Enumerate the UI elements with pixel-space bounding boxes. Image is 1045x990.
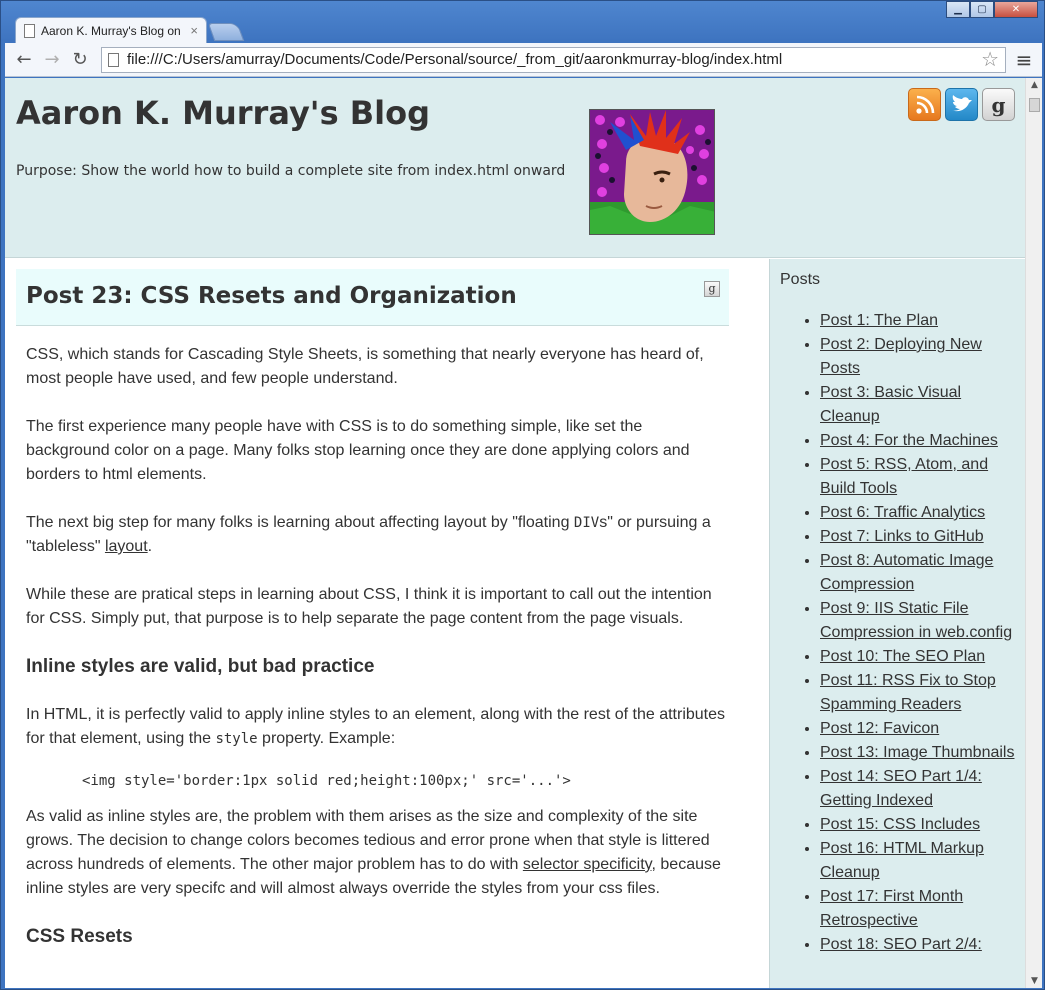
post-title[interactable]: Post 23: CSS Resets and Organization	[26, 283, 517, 309]
url-text[interactable]: file:///C:/Users/amurray/Documents/Code/…	[127, 51, 981, 68]
page-scrollbar[interactable]: ▲ ▼	[1025, 78, 1042, 988]
selector-specificity-link[interactable]: selector specificity	[523, 856, 652, 873]
address-bar[interactable]: file:///C:/Users/amurray/Documents/Code/…	[101, 46, 1006, 73]
list-item: Post 8: Automatic Image Compression	[820, 549, 1020, 597]
list-item: Post 12: Favicon	[820, 717, 1020, 741]
list-item: Post 6: Traffic Analytics	[820, 501, 1020, 525]
post-link[interactable]: Post 17: First Month Retrospective	[820, 888, 963, 929]
window-controls: ▁ ▢ ✕	[946, 1, 1038, 18]
sidebar: Posts Post 1: The Plan Post 2: Deploying…	[769, 259, 1025, 988]
bookmark-star-icon[interactable]: ☆	[981, 47, 999, 72]
main-content: Post 23: CSS Resets and Organization g C…	[5, 259, 769, 988]
list-item: Post 14: SEO Part 1/4: Getting Indexed	[820, 765, 1020, 813]
list-item: Post 2: Deploying New Posts	[820, 333, 1020, 381]
post-link[interactable]: Post 12: Favicon	[820, 720, 939, 737]
new-tab-button[interactable]	[207, 23, 245, 41]
post-link[interactable]: Post 2: Deploying New Posts	[820, 336, 982, 377]
post-link[interactable]: Post 5: RSS, Atom, and Build Tools	[820, 456, 988, 497]
scrollbar-thumb[interactable]	[1029, 98, 1040, 112]
author-avatar	[589, 109, 715, 235]
github-icon[interactable]: g	[982, 88, 1015, 121]
paragraph: The next big step for many folks is lear…	[26, 511, 726, 559]
maximize-icon[interactable]: ▢	[970, 1, 994, 18]
list-item: Post 4: For the Machines	[820, 429, 1020, 453]
rss-icon[interactable]	[908, 88, 941, 121]
post-link[interactable]: Post 7: Links to GitHub	[820, 528, 984, 545]
list-item: Post 5: RSS, Atom, and Build Tools	[820, 453, 1020, 501]
layout-link[interactable]: layout	[105, 538, 148, 555]
section-heading: CSS Resets	[26, 926, 133, 947]
page-icon	[24, 23, 35, 38]
sidebar-title: Posts	[780, 271, 821, 288]
inline-code: DIV	[573, 515, 600, 531]
list-item: Post 7: Links to GitHub	[820, 525, 1020, 549]
page-icon	[108, 52, 119, 67]
list-item: Post 1: The Plan	[820, 309, 1020, 333]
text: .	[147, 538, 153, 555]
forward-arrow-icon[interactable]: →	[39, 47, 65, 73]
post-link[interactable]: Post 9: IIS Static File Compression in w…	[820, 600, 1012, 641]
post-link[interactable]: Post 1: The Plan	[820, 312, 938, 329]
list-item: Post 10: The SEO Plan	[820, 645, 1020, 669]
paragraph: As valid as inline styles are, the probl…	[26, 805, 726, 901]
twitter-icon[interactable]	[945, 88, 978, 121]
section-heading: Inline styles are valid, but bad practic…	[26, 656, 375, 677]
post-link[interactable]: Post 4: For the Machines	[820, 432, 998, 449]
site-title[interactable]: Aaron K. Murray's Blog	[16, 94, 430, 132]
browser-window: ▁ ▢ ✕ Aaron K. Murray's Blog on × ← → ↻ …	[0, 0, 1045, 990]
scroll-up-icon[interactable]: ▲	[1026, 80, 1043, 90]
post-link[interactable]: Post 16: HTML Markup Cleanup	[820, 840, 984, 881]
tab-title: Aaron K. Murray's Blog on	[41, 23, 181, 38]
tab-close-icon[interactable]: ×	[190, 23, 198, 38]
post-link[interactable]: Post 8: Automatic Image Compression	[820, 552, 993, 593]
post-link[interactable]: Post 18: SEO Part 2/4:	[820, 936, 982, 953]
post-body: CSS, which stands for Cascading Style Sh…	[26, 343, 726, 973]
paragraph: CSS, which stands for Cascading Style Sh…	[26, 346, 704, 387]
post-list: Post 1: The Plan Post 2: Deploying New P…	[820, 309, 1020, 957]
menu-icon[interactable]: ≡	[1012, 48, 1036, 72]
site-purpose: Purpose: Show the world how to build a c…	[16, 163, 566, 179]
site-header: Aaron K. Murray's Blog Purpose: Show the…	[5, 78, 1025, 258]
list-item: Post 17: First Month Retrospective	[820, 885, 1020, 933]
paragraph: In HTML, it is perfectly valid to apply …	[26, 703, 726, 751]
list-item: Post 9: IIS Static File Compression in w…	[820, 597, 1020, 645]
post-link[interactable]: Post 14: SEO Part 1/4: Getting Indexed	[820, 768, 982, 809]
paragraph: The first experience many people have wi…	[26, 418, 690, 483]
text: The next big step for many folks is lear…	[26, 514, 574, 531]
list-item: Post 11: RSS Fix to Stop Spamming Reader…	[820, 669, 1020, 717]
browser-toolbar: ← → ↻ file:///C:/Users/amurray/Documents…	[5, 43, 1042, 77]
post-link[interactable]: Post 15: CSS Includes	[820, 816, 980, 833]
list-item: Post 13: Image Thumbnails	[820, 741, 1020, 765]
text: property. Example:	[257, 730, 396, 747]
list-item: Post 15: CSS Includes	[820, 813, 1020, 837]
post-link[interactable]: Post 10: The SEO Plan	[820, 648, 985, 665]
post-link[interactable]: Post 11: RSS Fix to Stop Spamming Reader…	[820, 672, 996, 713]
back-arrow-icon[interactable]: ←	[11, 47, 37, 73]
post-link[interactable]: Post 13: Image Thumbnails	[820, 744, 1014, 761]
list-item: Post 16: HTML Markup Cleanup	[820, 837, 1020, 885]
reload-icon[interactable]: ↻	[67, 47, 93, 73]
browser-tab[interactable]: Aaron K. Murray's Blog on ×	[15, 17, 207, 43]
close-window-icon[interactable]: ✕	[994, 1, 1038, 18]
post-link[interactable]: Post 6: Traffic Analytics	[820, 504, 985, 521]
list-item: Post 18: SEO Part 2/4:	[820, 933, 1020, 957]
post-header: Post 23: CSS Resets and Organization g	[16, 269, 729, 326]
inline-code: style	[215, 731, 258, 747]
github-icon[interactable]: g	[704, 281, 720, 297]
page-viewport: Aaron K. Murray's Blog Purpose: Show the…	[5, 78, 1025, 988]
minimize-icon[interactable]: ▁	[946, 1, 970, 18]
post-link[interactable]: Post 3: Basic Visual Cleanup	[820, 384, 961, 425]
code-example: <img style='border:1px solid red;height:…	[82, 773, 571, 789]
paragraph: While these are pratical steps in learni…	[26, 586, 712, 627]
scroll-down-icon[interactable]: ▼	[1026, 976, 1043, 986]
list-item: Post 3: Basic Visual Cleanup	[820, 381, 1020, 429]
